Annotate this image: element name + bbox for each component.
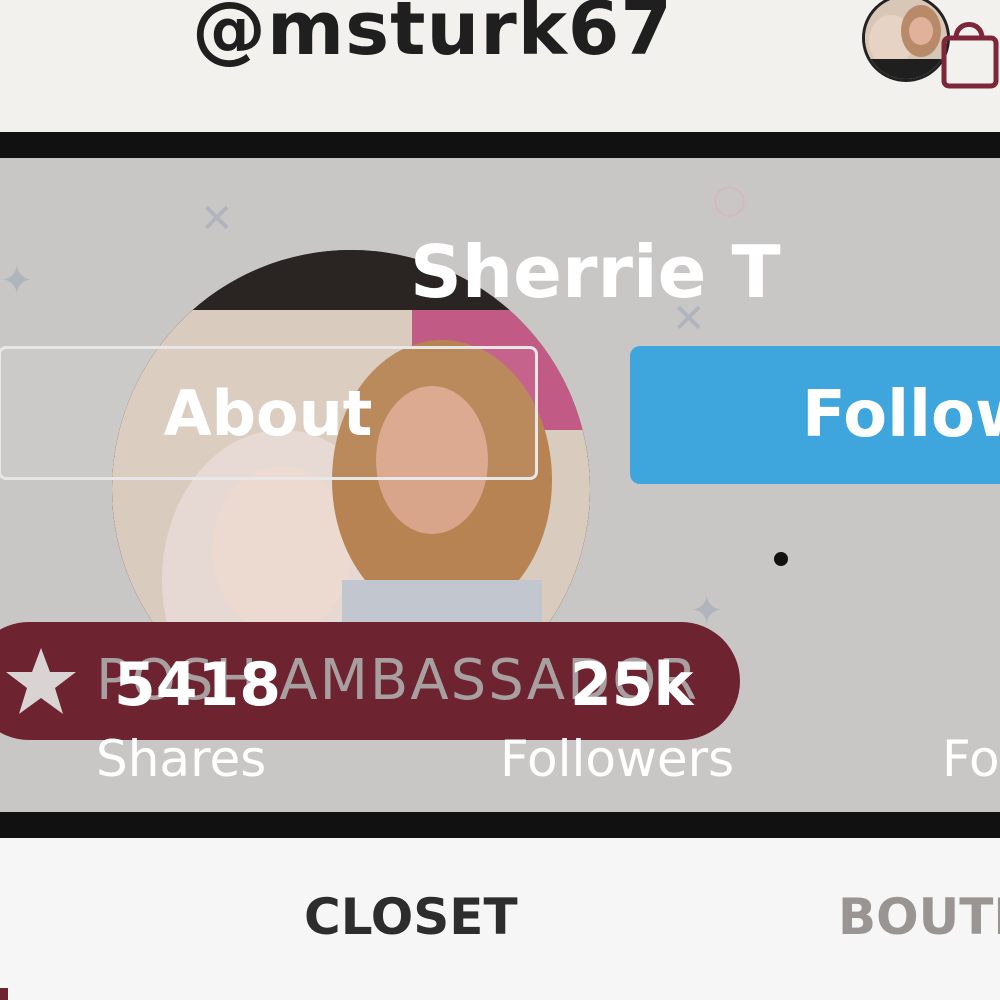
sparkle-icon: ✕ bbox=[200, 196, 234, 242]
shares-label[interactable]: Shares bbox=[96, 730, 266, 788]
indicator-dot bbox=[774, 552, 788, 566]
star-icon bbox=[6, 648, 76, 714]
closet-tabs: CLOSET BOUTI bbox=[0, 838, 1000, 1000]
page-title-username: @msturk67 bbox=[192, 0, 673, 72]
follow-button[interactable]: Follow bbox=[630, 346, 1000, 484]
top-bar: @msturk67 bbox=[0, 0, 1000, 132]
avatar[interactable] bbox=[862, 0, 950, 82]
tab-boutique[interactable]: BOUTI bbox=[838, 888, 1000, 946]
tab-closet[interactable]: CLOSET bbox=[304, 888, 518, 946]
about-button[interactable]: About bbox=[0, 346, 538, 480]
circle-icon: ○ bbox=[712, 176, 747, 222]
following-label[interactable]: Fo bbox=[942, 730, 1000, 788]
tab-indicator bbox=[0, 988, 8, 1000]
sparkle-icon: ✦ bbox=[0, 258, 34, 304]
shares-count[interactable]: 5418 bbox=[114, 650, 281, 720]
followers-count[interactable]: 25k bbox=[570, 650, 693, 720]
display-name: Sherrie T bbox=[410, 230, 781, 314]
followers-label[interactable]: Followers bbox=[500, 730, 734, 788]
shopping-bag-icon[interactable] bbox=[938, 8, 1000, 90]
